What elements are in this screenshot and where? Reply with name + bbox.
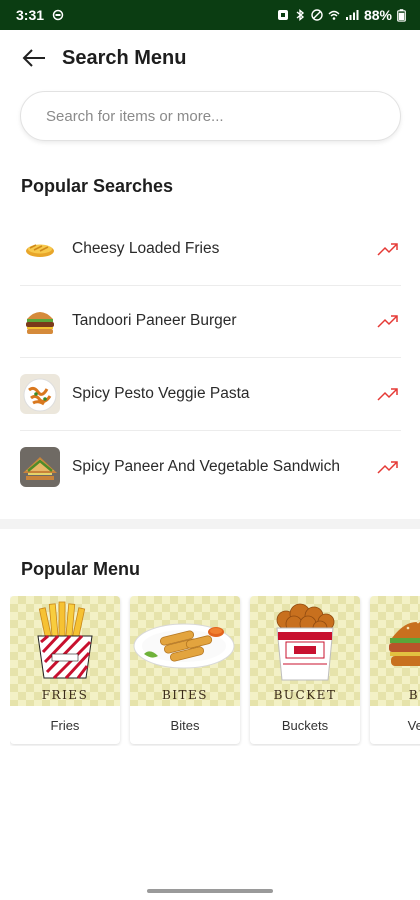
status-right: 88%: [277, 7, 406, 23]
do-not-disturb-icon: [311, 9, 323, 21]
status-time: 3:31: [16, 7, 45, 23]
popular-search-label: Spicy Pesto Veggie Pasta: [72, 384, 250, 402]
sandwich-thumbnail: [20, 446, 60, 487]
signal-icon: [345, 10, 359, 20]
trending-up-icon: [377, 315, 398, 328]
bites-plate-image: BITES: [130, 596, 240, 706]
section-divider: [0, 519, 420, 529]
sync-icon: [52, 9, 64, 21]
battery-percent: 88%: [363, 7, 392, 23]
popular-search-item[interactable]: Spicy Pesto Veggie Pasta: [20, 358, 401, 431]
popular-search-label: Spicy Paneer And Vegetable Sandwich: [72, 457, 340, 475]
arrow-left-icon: [22, 49, 45, 67]
popular-search-label: Cheesy Loaded Fries: [72, 239, 220, 257]
pasta-thumbnail: [20, 373, 60, 414]
app-header: Search Menu: [0, 30, 420, 86]
menu-card-label: Veg B: [407, 717, 420, 733]
menu-card-bites[interactable]: BITES Bites: [130, 596, 240, 744]
home-indicator[interactable]: [147, 889, 273, 893]
popular-search-label: Tandoori Paneer Burger: [72, 312, 237, 330]
popular-menu-heading: Popular Menu: [21, 559, 141, 579]
trending-up-icon: [377, 461, 398, 474]
menu-image-caption: FRIES: [41, 688, 89, 702]
popular-menu-carousel[interactable]: FRIES Fries BITES Bites BUCKET Buckets B…: [10, 596, 420, 746]
page-title: Search Menu: [62, 46, 187, 69]
menu-card-label: Buckets: [281, 717, 329, 733]
burger-image: BUR: [370, 596, 420, 706]
popular-searches-heading: Popular Searches: [21, 176, 174, 196]
burger-thumbnail: [20, 301, 60, 341]
fries-box-image: FRIES: [10, 596, 120, 706]
status-bar: 3:31 88%: [0, 0, 420, 30]
menu-image-caption: BITES: [161, 688, 209, 702]
search-input[interactable]: [46, 107, 376, 125]
trending-up-icon: [377, 388, 398, 401]
search-bar[interactable]: [20, 91, 401, 141]
status-left: 3:31: [16, 7, 64, 23]
menu-card-veg-burger[interactable]: BUR Veg B: [370, 596, 420, 744]
wifi-icon: [328, 10, 340, 20]
menu-card-label: Bites: [170, 717, 200, 733]
alarm-icon: [277, 10, 288, 20]
chicken-bucket-image: BUCKET: [250, 596, 360, 706]
menu-card-buckets[interactable]: BUCKET Buckets: [250, 596, 360, 744]
trending-up-icon: [377, 243, 398, 256]
popular-search-item[interactable]: Spicy Paneer And Vegetable Sandwich: [20, 431, 401, 504]
popular-search-item[interactable]: Cheesy Loaded Fries: [20, 213, 401, 286]
back-button[interactable]: [20, 44, 48, 72]
menu-image-caption: BUCKET: [273, 688, 337, 702]
menu-card-fries[interactable]: FRIES Fries: [10, 596, 120, 744]
menu-card-label: Fries: [50, 717, 80, 733]
popular-search-item[interactable]: Tandoori Paneer Burger: [20, 286, 401, 358]
bluetooth-icon: [296, 9, 305, 21]
menu-image-caption: BUR: [408, 688, 420, 702]
fries-thumbnail: [20, 229, 60, 269]
popular-menu-track: FRIES Fries BITES Bites BUCKET Buckets B…: [10, 596, 420, 744]
battery-icon: [397, 8, 406, 22]
popular-searches-list: Cheesy Loaded Fries Tandoori Paneer Burg…: [20, 213, 401, 503]
